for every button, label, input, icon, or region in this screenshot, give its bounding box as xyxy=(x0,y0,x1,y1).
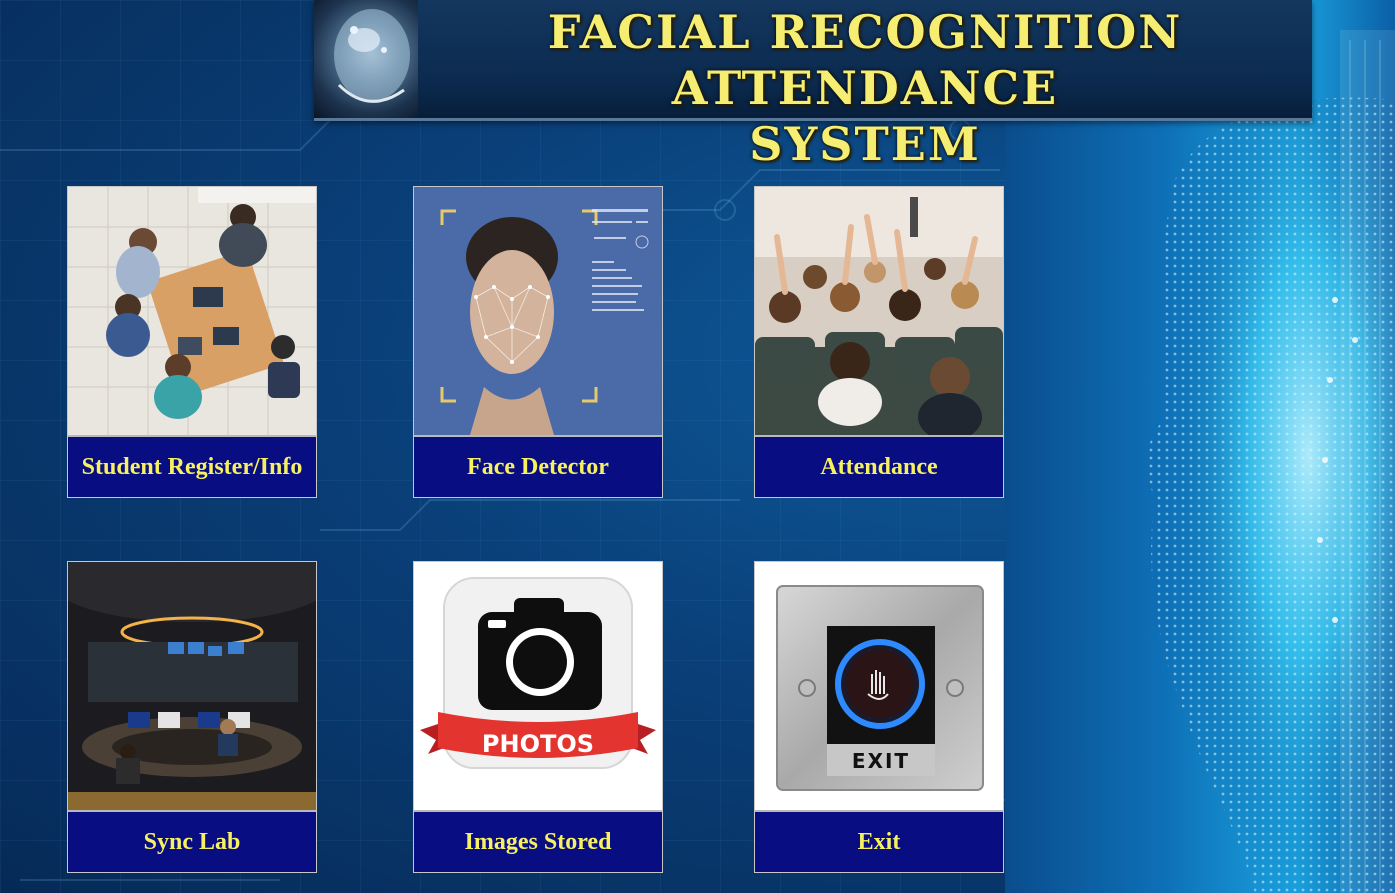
camera-photos-image[interactable]: PHOTOS xyxy=(414,562,662,810)
title-banner: FACIAL RECOGNITION ATTENDANCE SYSTEM xyxy=(314,0,1312,171)
student-register-button[interactable]: Student Register/Info xyxy=(67,186,317,498)
exit-button-image[interactable]: EXIT xyxy=(755,562,1003,810)
sync-lab-button[interactable]: Sync Lab xyxy=(67,561,317,873)
sync-lab-label[interactable]: Sync Lab xyxy=(68,810,316,872)
classroom-image[interactable] xyxy=(755,187,1003,435)
face-detector-button[interactable]: Face Detector xyxy=(413,186,663,498)
images-stored-button[interactable]: PHOTOS Images Stored xyxy=(413,561,663,873)
face-detector-label[interactable]: Face Detector xyxy=(414,435,662,497)
computer-lab-image[interactable] xyxy=(68,562,316,810)
images-stored-label[interactable]: Images Stored xyxy=(414,810,662,872)
robot-head-icon xyxy=(334,9,410,103)
ai-head-logo xyxy=(314,0,418,118)
attendance-button[interactable]: Attendance xyxy=(754,186,1004,498)
app-title-line1: FACIAL RECOGNITION ATTENDANCE xyxy=(547,5,1183,115)
students-image[interactable] xyxy=(68,187,316,435)
app-title-line2: SYSTEM xyxy=(749,117,981,171)
app-title: FACIAL RECOGNITION ATTENDANCE SYSTEM xyxy=(418,4,1312,172)
exit-label[interactable]: Exit xyxy=(755,810,1003,872)
photos-banner-text: PHOTOS xyxy=(482,730,594,758)
exit-plate-text: EXIT xyxy=(852,749,910,773)
student-register-label[interactable]: Student Register/Info xyxy=(68,435,316,497)
exit-button[interactable]: EXIT Exit xyxy=(754,561,1004,873)
attendance-label[interactable]: Attendance xyxy=(755,435,1003,497)
face-scan-image[interactable] xyxy=(414,187,662,435)
